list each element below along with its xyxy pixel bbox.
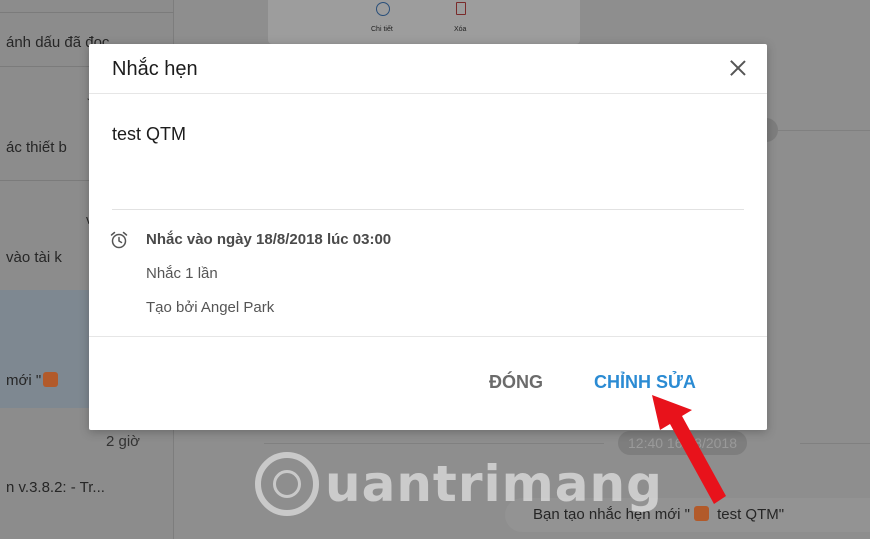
message-action-card: Chi tiết Xóa: [268, 0, 580, 44]
sidebar-item-new-reminder[interactable]: mới ": [6, 372, 59, 389]
lightbulb-icon: [255, 452, 319, 516]
dialog-header: Nhắc hẹn: [89, 44, 767, 94]
sidebar-item-update[interactable]: n v.3.8.2: - Tr...: [6, 479, 105, 496]
close-icon[interactable]: [727, 57, 749, 79]
watermark-text: uantrimang: [325, 455, 663, 513]
detail-label[interactable]: Chi tiết: [371, 26, 393, 33]
footer-divider: [89, 336, 767, 337]
divider-line: [800, 443, 870, 444]
close-button[interactable]: ĐÓNG: [489, 372, 543, 393]
delete-label[interactable]: Xóa: [454, 26, 466, 33]
alarm-clock-icon: [110, 231, 128, 249]
dialog-title: Nhắc hẹn: [112, 58, 198, 80]
divider-line: [766, 130, 870, 131]
divider: [0, 12, 174, 13]
sidebar-item-device[interactable]: ác thiết b: [6, 139, 67, 156]
alarm-clock-icon: [43, 372, 59, 387]
sidebar-item-account[interactable]: vào tài k: [6, 249, 62, 266]
red-arrow-annotation: [652, 395, 726, 504]
reminder-repeat: Nhắc 1 lần: [146, 265, 218, 282]
trash-icon[interactable]: [456, 2, 466, 15]
watermark-logo: uantrimang: [255, 444, 663, 524]
reminder-time: Nhắc vào ngày 18/8/2018 lúc 03:00: [146, 231, 392, 248]
reminder-dialog: Nhắc hẹn test QTM Nhắc vào ngày 18/8/201…: [89, 44, 767, 430]
content-divider: [112, 209, 744, 210]
reminder-creator: Tạo bởi Angel Park: [146, 299, 275, 316]
sidebar-item-label: mới ": [6, 372, 42, 389]
sidebar-item-time: 2 giờ: [106, 433, 141, 450]
info-icon[interactable]: [376, 2, 390, 16]
reminder-content: test QTM: [112, 124, 187, 144]
